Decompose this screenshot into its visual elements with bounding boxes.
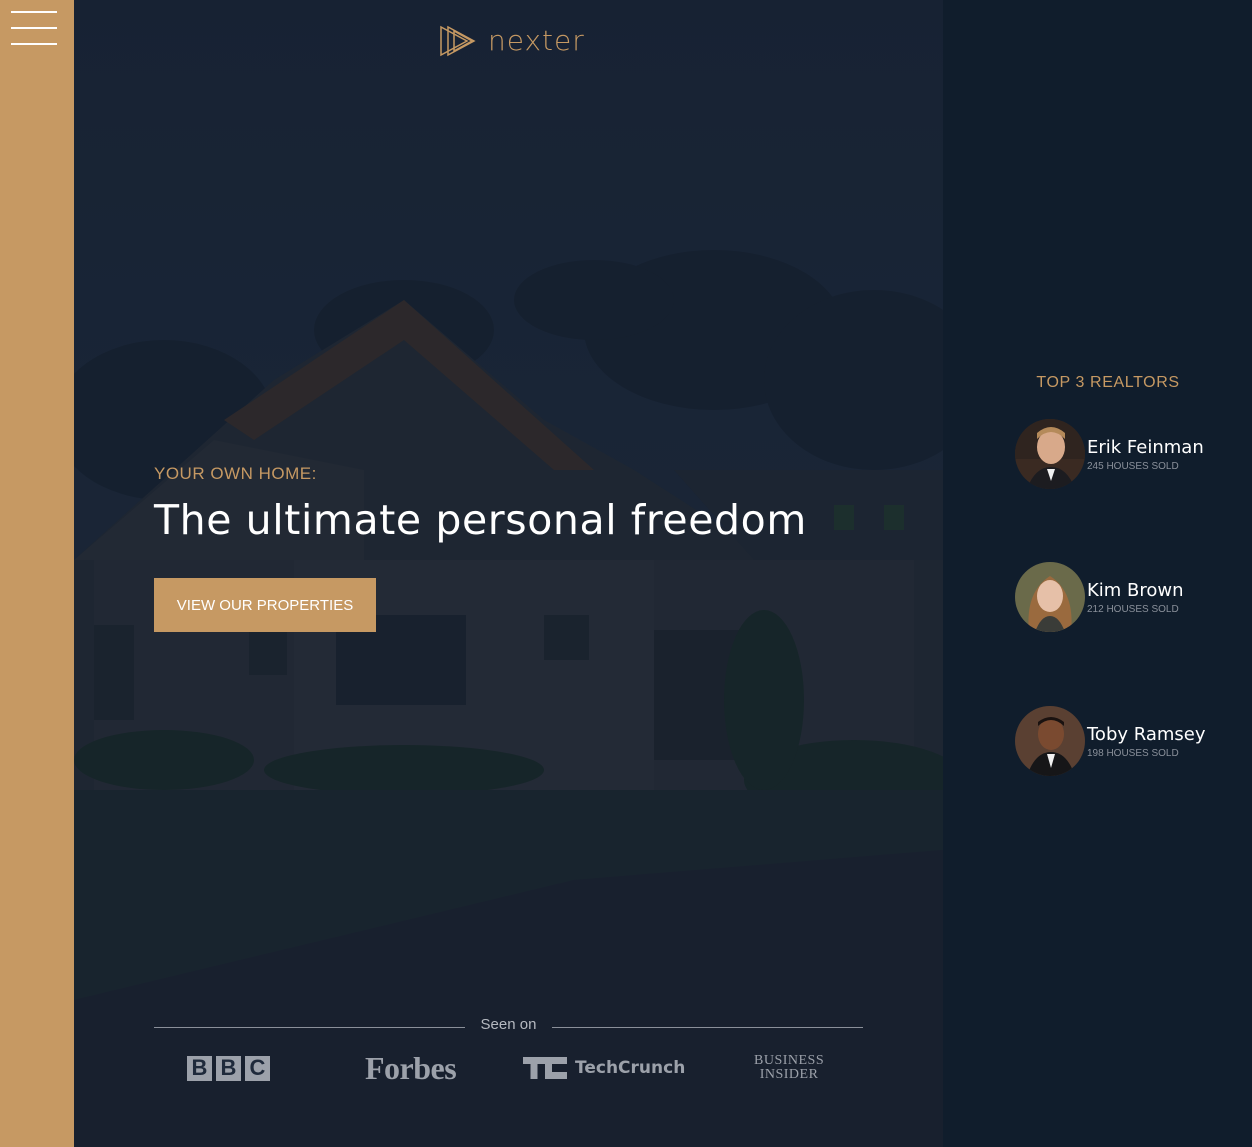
bbc-logo: B B C [187,1048,270,1088]
realtor-sold: 245 HOUSES SOLD [1087,460,1179,472]
nexter-logo[interactable]: nexter [440,24,585,57]
hero-heading: The ultimate personal freedom [154,496,807,544]
divider-line [154,1027,465,1028]
realtor-name: Kim Brown [1087,579,1184,601]
realtor-card[interactable]: Kim Brown 212 HOUSES SOLD [1015,562,1184,632]
avatar [1015,419,1085,489]
forbes-logo: Forbes [365,1049,457,1086]
bi-line1: BUSINESS [754,1053,825,1068]
avatar [1015,706,1085,776]
view-properties-button[interactable]: VIEW OUR PROPERTIES [154,578,376,632]
bbc-letter: B [187,1055,212,1081]
realtor-info: Erik Feinman 245 HOUSES SOLD [1087,437,1204,472]
divider-line [552,1027,863,1028]
bbc-letter: B [216,1055,241,1081]
hero-subheading: YOUR OWN HOME: [154,464,317,483]
techcrunch-logo: TechCrunch [523,1048,685,1088]
techcrunch-wordmark: TechCrunch [575,1058,686,1078]
realtor-card[interactable]: Toby Ramsey 198 HOUSES SOLD [1015,706,1206,776]
realtor-name: Toby Ramsey [1087,723,1206,745]
seen-on-label: Seen on [480,1016,537,1033]
realtor-info: Toby Ramsey 198 HOUSES SOLD [1087,724,1206,759]
realtor-info: Kim Brown 212 HOUSES SOLD [1087,580,1184,615]
sidebar [0,0,74,1147]
seen-on-divider: Seen on [154,1016,863,1038]
bbc-letter: C [245,1055,270,1081]
avatar [1015,562,1085,632]
techcrunch-tc-icon [523,1057,567,1079]
menu-bar [11,43,57,45]
hamburger-menu-icon[interactable] [11,11,57,45]
realtor-sold: 212 HOUSES SOLD [1087,603,1179,615]
menu-bar [11,27,57,29]
realtors-title: TOP 3 REALTORS [1036,374,1180,391]
logo-wordmark: nexter [488,24,585,57]
realtor-card[interactable]: Erik Feinman 245 HOUSES SOLD [1015,419,1204,489]
house-background-image [74,0,943,1147]
realtors-panel: TOP 3 REALTORS Erik Feinman 245 HOUSES S… [943,0,1252,1147]
realtor-sold: 198 HOUSES SOLD [1087,747,1179,759]
hero-section: nexter YOUR OWN HOME: The ultimate perso… [74,0,943,1147]
menu-bar [11,11,57,13]
logo-triangles-icon [440,25,476,56]
bi-line2: INSIDER [759,1067,819,1082]
business-insider-logo: BUSINESS INSIDER [754,1048,824,1088]
realtor-name: Erik Feinman [1087,436,1204,458]
